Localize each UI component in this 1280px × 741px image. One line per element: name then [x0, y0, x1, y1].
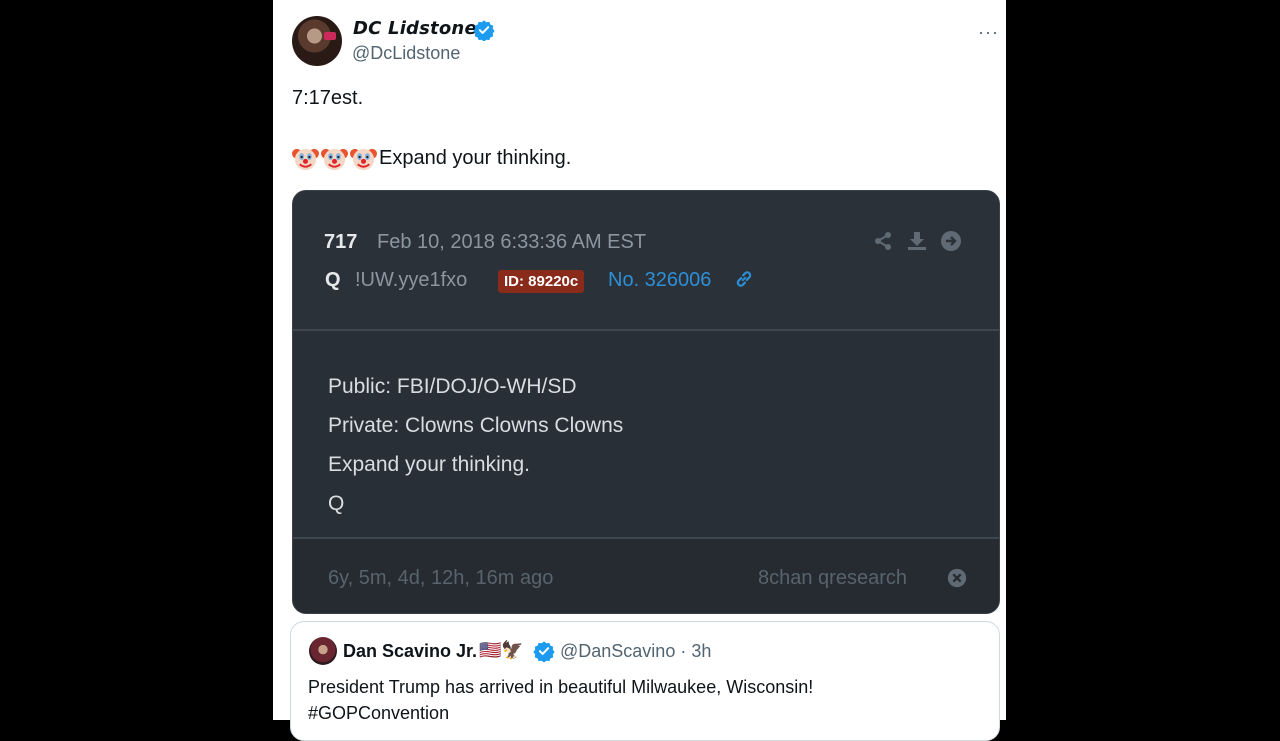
quoted-tweet[interactable]: Dan Scavino Jr. 🇺🇸🦅 @DanScavino · 3h Pre… [290, 621, 1000, 741]
quoted-author-flag-emojis: 🇺🇸🦅 [479, 640, 524, 660]
q-post-id-badge: ID: 89220c [498, 270, 585, 293]
q-post-source: 8chan qresearch [758, 567, 907, 589]
download-icon[interactable] [905, 229, 929, 253]
q-post-body-line: Expand your thinking. [328, 453, 530, 476]
tweet-text-line2: Expand your thinking. [292, 145, 571, 172]
q-post-number-link[interactable]: No. 326006 [608, 269, 711, 292]
q-post-tripcode: !UW.yye1fxo [355, 269, 468, 291]
author-display-name[interactable]: DC Lidstone [353, 18, 477, 39]
quoted-tweet-text-line: President Trump has arrived in beautiful… [308, 677, 814, 697]
q-post-screenshot[interactable]: 717 Feb 10, 2018 6:33:36 AM EST Q !UW.yy… [292, 190, 1000, 614]
hashtag-link[interactable]: #GOPConvention [308, 700, 813, 726]
q-post-header [293, 191, 999, 329]
q-post-body: Public: FBI/DOJ/O-WH/SD Private: Clowns … [328, 367, 623, 523]
divider [293, 329, 999, 331]
share-icon[interactable] [871, 229, 895, 253]
q-post-body-line: Private: Clowns Clowns Clowns [328, 414, 624, 437]
q-post-age: 6y, 5m, 4d, 12h, 16m ago [328, 567, 554, 589]
q-post-body-line: Q [328, 492, 345, 515]
q-post-date: Feb 10, 2018 6:33:36 AM EST [377, 231, 647, 253]
quoted-author-avatar[interactable] [309, 637, 337, 665]
tweet-text-line2-label: Expand your thinking. [379, 147, 572, 169]
q-post-actions [871, 229, 963, 253]
clown-emoji-icon [350, 148, 377, 171]
q-post-author: Q [325, 269, 341, 291]
clown-emoji-icon [321, 148, 348, 171]
q-post-body-line: Public: FBI/DOJ/O-WH/SD [328, 375, 577, 398]
clown-emoji-icon [292, 148, 319, 171]
link-icon[interactable] [733, 268, 755, 290]
author-handle[interactable]: @DcLidstone [352, 43, 460, 64]
quoted-tweet-text: President Trump has arrived in beautiful… [308, 674, 813, 726]
close-circle-icon[interactable] [946, 567, 968, 589]
verified-badge-icon [533, 641, 555, 662]
quoted-author-handle-time[interactable]: @DanScavino · 3h [560, 641, 711, 662]
tweet-text-line1: 7:17est. [292, 87, 364, 109]
quoted-author-name[interactable]: Dan Scavino Jr. [343, 641, 477, 662]
verified-badge-icon [473, 20, 495, 41]
author-avatar[interactable] [292, 16, 342, 66]
q-post-number: 717 [324, 231, 358, 253]
more-options-icon[interactable]: ··· [978, 22, 999, 43]
arrow-right-circle-icon[interactable] [939, 229, 963, 253]
